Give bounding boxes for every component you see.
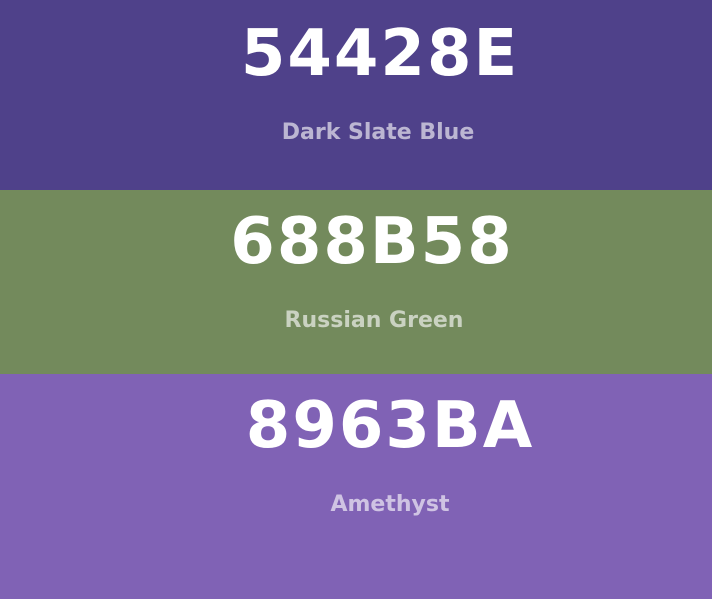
swatch-russian-green[interactable]: 688B58 Russian Green bbox=[0, 190, 712, 374]
color-name: Dark Slate Blue bbox=[281, 120, 475, 145]
hex-code: 54428E bbox=[240, 17, 520, 91]
hex-code: 8963BA bbox=[245, 389, 535, 463]
color-name: Amethyst bbox=[330, 492, 450, 517]
swatch-amethyst[interactable]: 8963BA Amethyst bbox=[0, 374, 712, 599]
hex-code: 688B58 bbox=[230, 205, 514, 279]
swatch-dark-slate-blue[interactable]: 54428E Dark Slate Blue bbox=[0, 0, 712, 190]
color-name: Russian Green bbox=[284, 308, 464, 333]
color-palette: 54428E Dark Slate Blue 688B58 Russian Gr… bbox=[0, 0, 712, 599]
